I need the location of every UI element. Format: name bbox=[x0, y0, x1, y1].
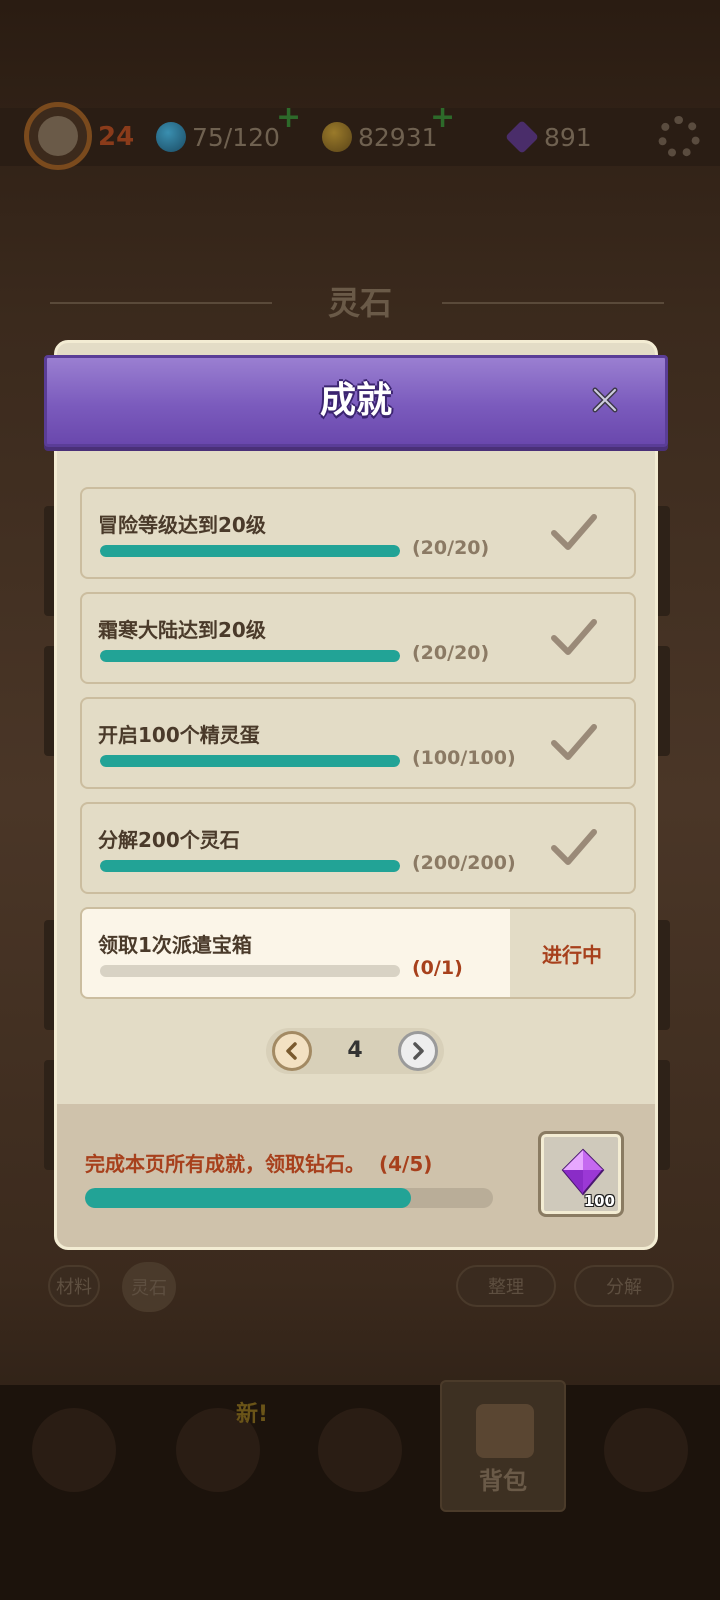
avatar-face-icon bbox=[38, 116, 78, 156]
add-stamina-icon[interactable]: + bbox=[276, 100, 301, 135]
section-title: 灵石 bbox=[327, 284, 392, 322]
achievement-progress-bar bbox=[100, 965, 400, 977]
nav-backpack-label: 背包 bbox=[479, 1467, 527, 1495]
checkmark-icon bbox=[551, 829, 597, 865]
add-gold-icon[interactable]: + bbox=[430, 100, 455, 135]
checkmark-icon bbox=[551, 724, 597, 760]
tab-spirit-stone[interactable]: 灵石 bbox=[122, 1262, 176, 1312]
achievement-item-in-progress: 领取1次派遣宝箱 (0/1) 进行中 bbox=[80, 907, 636, 999]
nav-mountain-icon[interactable] bbox=[318, 1408, 402, 1492]
achievement-name: 领取1次派遣宝箱 bbox=[98, 933, 252, 957]
achievement-name: 冒险等级达到20级 bbox=[98, 513, 266, 537]
achievement-list: 冒险等级达到20级 (20/20) 霜寒大陆达到20级 (20/20) 开启10… bbox=[80, 487, 636, 1012]
progress-fill bbox=[100, 860, 400, 872]
checkmark-icon bbox=[551, 619, 597, 655]
checkmark-icon bbox=[551, 514, 597, 550]
purple-gem-icon bbox=[561, 1148, 605, 1196]
chevron-right-icon bbox=[413, 1042, 424, 1060]
reward-text: 完成本页所有成就，领取钻石。 bbox=[85, 1152, 365, 1176]
tab-materials[interactable]: 材料 bbox=[48, 1265, 100, 1307]
achievement-item: 分解200个灵石 (200/200) bbox=[80, 802, 636, 894]
achievement-name: 霜寒大陆达到20级 bbox=[98, 618, 266, 642]
reward-progress-bar bbox=[85, 1188, 493, 1208]
modal-title: 成就 bbox=[319, 380, 392, 421]
achievement-name: 分解200个灵石 bbox=[98, 828, 240, 852]
reward-claim-box[interactable]: 100 bbox=[538, 1131, 624, 1217]
gold-display: 82931 + bbox=[322, 100, 455, 166]
new-badge: 新! bbox=[236, 1402, 269, 1427]
player-level: 24 bbox=[98, 122, 135, 152]
progress-fill bbox=[85, 1188, 412, 1208]
next-page-button[interactable] bbox=[398, 1031, 438, 1071]
reward-count: (4/5) bbox=[379, 1152, 433, 1176]
close-button[interactable] bbox=[583, 378, 627, 422]
achievement-count: (0/1) bbox=[412, 957, 463, 979]
achievement-count: (20/20) bbox=[412, 642, 490, 664]
achievement-item: 霜寒大陆达到20级 (20/20) bbox=[80, 592, 636, 684]
achievement-count: (200/200) bbox=[412, 852, 516, 874]
stamina-value: 75/120 bbox=[192, 122, 280, 152]
settings-gear-icon[interactable] bbox=[658, 116, 700, 158]
top-resource-bar: 24 75/120 + 82931 + 891 bbox=[0, 100, 720, 166]
progress-fill bbox=[100, 545, 400, 557]
modal-header: 成就 bbox=[44, 355, 668, 447]
previous-page-button[interactable] bbox=[272, 1031, 312, 1071]
gold-coin-icon bbox=[322, 122, 352, 152]
gold-value: 82931 bbox=[358, 122, 438, 152]
sort-button[interactable]: 整理 bbox=[456, 1265, 556, 1307]
achievement-progress-bar bbox=[100, 650, 400, 662]
backpack-chest-icon bbox=[476, 1404, 534, 1458]
achievement-item: 冒险等级达到20级 (20/20) bbox=[80, 487, 636, 579]
nav-device-icon[interactable] bbox=[32, 1408, 116, 1492]
achievement-name: 开启100个精灵蛋 bbox=[98, 723, 260, 747]
achievement-count: (20/20) bbox=[412, 537, 490, 559]
achievement-progress-bar bbox=[100, 545, 400, 557]
gem-display: 891 bbox=[505, 108, 592, 166]
achievement-progress-bar bbox=[100, 755, 400, 767]
player-avatar[interactable] bbox=[24, 102, 92, 170]
gem-value: 891 bbox=[544, 122, 592, 152]
gem-icon bbox=[505, 120, 539, 154]
stamina-display: 75/120 + bbox=[156, 100, 301, 166]
progress-fill bbox=[100, 755, 400, 767]
achievement-item: 开启100个精灵蛋 (100/100) bbox=[80, 697, 636, 789]
chevron-left-icon bbox=[286, 1042, 297, 1060]
nav-map-pin-icon[interactable] bbox=[604, 1408, 688, 1492]
progress-fill bbox=[100, 650, 400, 662]
achievement-count: (100/100) bbox=[412, 747, 516, 769]
nav-backpack[interactable]: 背包 bbox=[440, 1380, 566, 1512]
decompose-button[interactable]: 分解 bbox=[574, 1265, 674, 1307]
water-drop-icon bbox=[156, 122, 186, 152]
page-selector: 4 bbox=[266, 1028, 444, 1074]
achievement-progress-bar bbox=[100, 860, 400, 872]
reward-description: 完成本页所有成就，领取钻石。 (4/5) bbox=[85, 1148, 432, 1177]
close-icon bbox=[592, 387, 618, 413]
reward-quantity: 100 bbox=[583, 1192, 615, 1210]
in-progress-status: 进行中 bbox=[510, 909, 634, 997]
